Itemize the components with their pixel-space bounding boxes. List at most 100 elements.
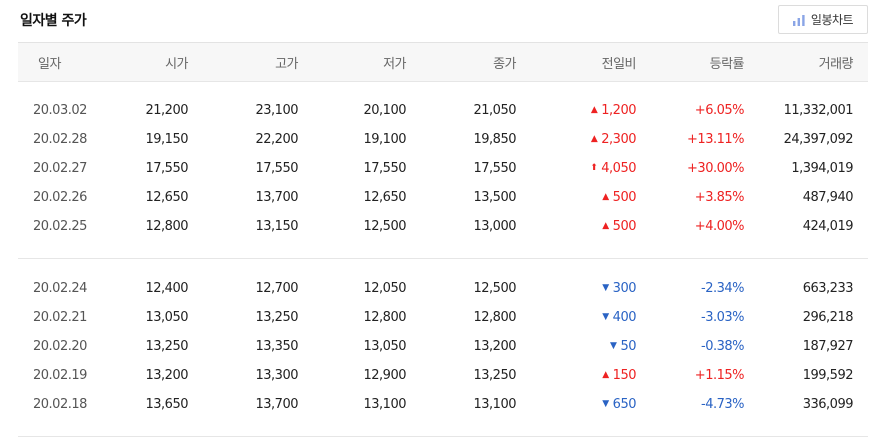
down-arrow-icon: ▼ bbox=[602, 283, 609, 293]
change-value: 500 bbox=[612, 190, 637, 205]
cell-rate: +30.00% bbox=[687, 161, 744, 176]
cell-low: 19,100 bbox=[363, 132, 407, 147]
up-arrow-icon: ▲ bbox=[602, 192, 609, 202]
cell-open: 12,400 bbox=[145, 281, 189, 296]
down-arrow-icon: ▼ bbox=[610, 341, 617, 351]
cell-close: 13,000 bbox=[473, 219, 517, 234]
cell-high: 12,700 bbox=[255, 281, 299, 296]
cell-rate: -4.73% bbox=[701, 397, 745, 412]
cell-open: 13,200 bbox=[145, 368, 189, 383]
cell-low: 13,100 bbox=[363, 397, 407, 412]
down-arrow-icon: ▼ bbox=[602, 399, 609, 409]
cell-low: 13,050 bbox=[363, 339, 407, 354]
cell-low: 17,550 bbox=[363, 161, 407, 176]
table-row: 20.02.24 12,400 12,700 12,050 12,500 ▼ 300 -2.3… bbox=[18, 274, 868, 303]
column-header-rate: 등락률 bbox=[709, 56, 745, 72]
cell-date: 20.02.19 bbox=[33, 368, 87, 383]
up-arrow-icon: ▲ bbox=[602, 221, 609, 231]
table-row: 20.02.19 13,200 13,300 12,900 13,250 ▲ 150 +1.1… bbox=[18, 361, 868, 390]
column-header-volume: 거래량 bbox=[818, 56, 854, 72]
change-value: 300 bbox=[612, 281, 637, 296]
cell-rate: -0.38% bbox=[701, 339, 745, 354]
down-arrow-icon: ▼ bbox=[602, 312, 609, 322]
cell-volume: 11,332,001 bbox=[783, 103, 854, 118]
change-value: 1,200 bbox=[601, 103, 636, 118]
cell-close: 17,550 bbox=[473, 161, 517, 176]
daily-chart-button[interactable]: 일봉차트 bbox=[778, 5, 868, 34]
table-row: 20.02.27 17,550 17,550 17,550 17,550 ⬆ 4,050 +3… bbox=[18, 154, 868, 183]
cell-volume: 24,397,092 bbox=[783, 132, 854, 147]
table-row: 20.02.20 13,250 13,350 13,050 13,200 ▼ 50 -0.38… bbox=[18, 332, 868, 361]
column-header-low: 저가 bbox=[383, 56, 406, 72]
cell-volume: 199,592 bbox=[802, 368, 854, 383]
table-row: 20.03.02 21,200 23,100 20,100 21,050 ▲ 1,200 +6… bbox=[18, 96, 868, 125]
cell-high: 17,550 bbox=[255, 161, 299, 176]
cell-low: 12,500 bbox=[363, 219, 407, 234]
table-row: 20.02.28 19,150 22,200 19,100 19,850 ▲ 2,300 +1… bbox=[18, 125, 868, 154]
cell-low: 12,900 bbox=[363, 368, 407, 383]
cell-high: 13,700 bbox=[255, 397, 299, 412]
cell-rate: +13.11% bbox=[687, 132, 744, 147]
table-row: 20.02.21 13,050 13,250 12,800 12,800 ▼ 400 -3.0… bbox=[18, 303, 868, 332]
cell-high: 13,350 bbox=[255, 339, 299, 354]
change-value: 500 bbox=[612, 219, 637, 234]
cell-open: 13,050 bbox=[145, 310, 189, 325]
column-header-open: 시가 bbox=[165, 56, 188, 72]
cell-open: 13,650 bbox=[145, 397, 189, 412]
cell-date: 20.02.21 bbox=[33, 310, 87, 325]
cell-close: 12,500 bbox=[473, 281, 517, 296]
column-header-high: 고가 bbox=[275, 56, 298, 72]
cell-volume: 424,019 bbox=[802, 219, 854, 234]
cell-date: 20.03.02 bbox=[33, 103, 87, 118]
cell-change: ▼ 650 bbox=[566, 390, 636, 419]
cell-date: 20.02.28 bbox=[33, 132, 87, 147]
cell-volume: 296,218 bbox=[802, 310, 854, 325]
column-header-change: 전일비 bbox=[601, 56, 637, 72]
cell-open: 19,150 bbox=[145, 132, 189, 147]
table-bottom-border bbox=[18, 436, 868, 437]
cell-date: 20.02.27 bbox=[33, 161, 87, 176]
cell-high: 22,200 bbox=[255, 132, 299, 147]
change-value: 4,050 bbox=[601, 161, 636, 176]
cell-rate: +1.15% bbox=[694, 368, 745, 383]
cell-open: 21,200 bbox=[145, 103, 189, 118]
cell-change: ▲ 2,300 bbox=[566, 125, 637, 154]
cell-open: 17,550 bbox=[145, 161, 189, 176]
cell-rate: +4.00% bbox=[694, 219, 745, 234]
daily-chart-label: 일봉차트 bbox=[810, 13, 854, 27]
table-row: 20.02.25 12,800 13,150 12,500 13,000 ▲ 500 +4.0… bbox=[18, 212, 868, 241]
cell-low: 12,800 bbox=[363, 310, 407, 325]
cell-date: 20.02.25 bbox=[33, 219, 87, 234]
bar-chart-icon bbox=[792, 14, 805, 26]
table-row: 20.02.18 13,650 13,700 13,100 13,100 ▼ 650 -4.7… bbox=[18, 390, 868, 419]
cell-high: 13,250 bbox=[255, 310, 299, 325]
cell-close: 13,250 bbox=[473, 368, 517, 383]
up-arrow-icon: ▲ bbox=[590, 134, 598, 144]
cell-change: ▼ 400 bbox=[566, 303, 636, 332]
change-value: 50 bbox=[620, 339, 636, 354]
cell-high: 23,100 bbox=[255, 103, 299, 118]
cell-low: 20,100 bbox=[363, 103, 407, 118]
cell-change: ▲ 1,200 bbox=[566, 96, 637, 125]
upper-limit-arrow-icon: ⬆ bbox=[590, 163, 598, 173]
price-row-group: 20.02.24 12,400 12,700 12,050 12,500 ▼ 300 -2.3… bbox=[18, 274, 868, 419]
cell-change: ▲ 500 bbox=[566, 183, 636, 212]
change-value: 150 bbox=[612, 368, 637, 383]
cell-close: 19,850 bbox=[473, 132, 517, 147]
cell-low: 12,050 bbox=[363, 281, 407, 296]
cell-change: ⬆ 4,050 bbox=[566, 154, 636, 183]
price-row-group: 20.03.02 21,200 23,100 20,100 21,050 ▲ 1,200 +6… bbox=[18, 96, 868, 241]
cell-volume: 487,940 bbox=[802, 190, 854, 205]
cell-open: 13,250 bbox=[145, 339, 189, 354]
change-value: 650 bbox=[612, 397, 637, 412]
change-value: 400 bbox=[612, 310, 637, 325]
change-value: 2,300 bbox=[601, 132, 636, 147]
column-header-close: 종가 bbox=[493, 56, 516, 72]
cell-rate: -2.34% bbox=[701, 281, 745, 296]
group-divider bbox=[18, 258, 868, 259]
cell-volume: 336,099 bbox=[802, 397, 854, 412]
cell-open: 12,650 bbox=[145, 190, 189, 205]
table-header: 일자 시가 고가 저가 종가 전일비 등락률 거래량 bbox=[18, 42, 868, 82]
cell-low: 12,650 bbox=[363, 190, 407, 205]
table-row: 20.02.26 12,650 13,700 12,650 13,500 ▲ 500 +3.8… bbox=[18, 183, 868, 212]
